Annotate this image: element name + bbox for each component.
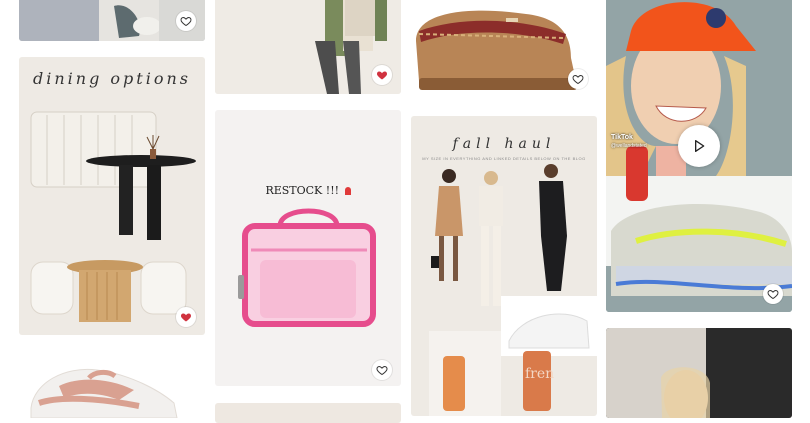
pin-card-fall-haul[interactable]: fall haul MY SIZE IN EVERYTHING AND LINK… — [411, 116, 597, 416]
pin-image — [238, 208, 376, 327]
bottle-label: fren — [525, 366, 554, 382]
heart-outline-icon — [572, 74, 584, 85]
pin-card-puffer-vest[interactable] — [215, 0, 401, 94]
play-icon — [695, 140, 705, 152]
pin-image — [30, 111, 196, 322]
pin-card-tiktok-video[interactable]: TikTok @wellandstated — [606, 0, 792, 312]
heart-outline-icon — [767, 289, 779, 300]
saved-heart-button[interactable] — [372, 65, 392, 85]
pin-card-dining-options[interactable]: dining options — [19, 57, 205, 335]
save-heart-button[interactable] — [176, 11, 196, 31]
tiktok-logo-text: TikTok — [611, 134, 633, 141]
pin-image: fren — [429, 164, 597, 416]
save-heart-button[interactable] — [372, 360, 392, 380]
heart-filled-icon — [376, 71, 388, 80]
play-button[interactable] — [678, 125, 720, 167]
tiktok-watermark: TikTok @wellandstated — [611, 134, 647, 150]
heart-outline-icon — [376, 365, 388, 376]
save-heart-button[interactable] — [568, 69, 588, 89]
pin-card-portrait[interactable] — [606, 328, 792, 418]
heart-outline-icon — [180, 16, 192, 27]
pin-card-next[interactable] — [215, 403, 401, 423]
pin-card-sneakers[interactable] — [19, 348, 205, 418]
saved-heart-button[interactable] — [176, 307, 196, 327]
save-heart-button[interactable] — [763, 284, 783, 304]
heart-filled-icon — [180, 313, 192, 322]
pin-card-restock-bag[interactable]: RESTOCK !!! — [215, 110, 401, 386]
tiktok-handle: @wellandstated — [611, 143, 647, 149]
pin-image — [606, 328, 792, 418]
pin-card-ugg-slipper[interactable] — [411, 0, 597, 98]
pin-card-sweater-shoes[interactable] — [19, 0, 205, 41]
pin-image — [30, 368, 178, 418]
